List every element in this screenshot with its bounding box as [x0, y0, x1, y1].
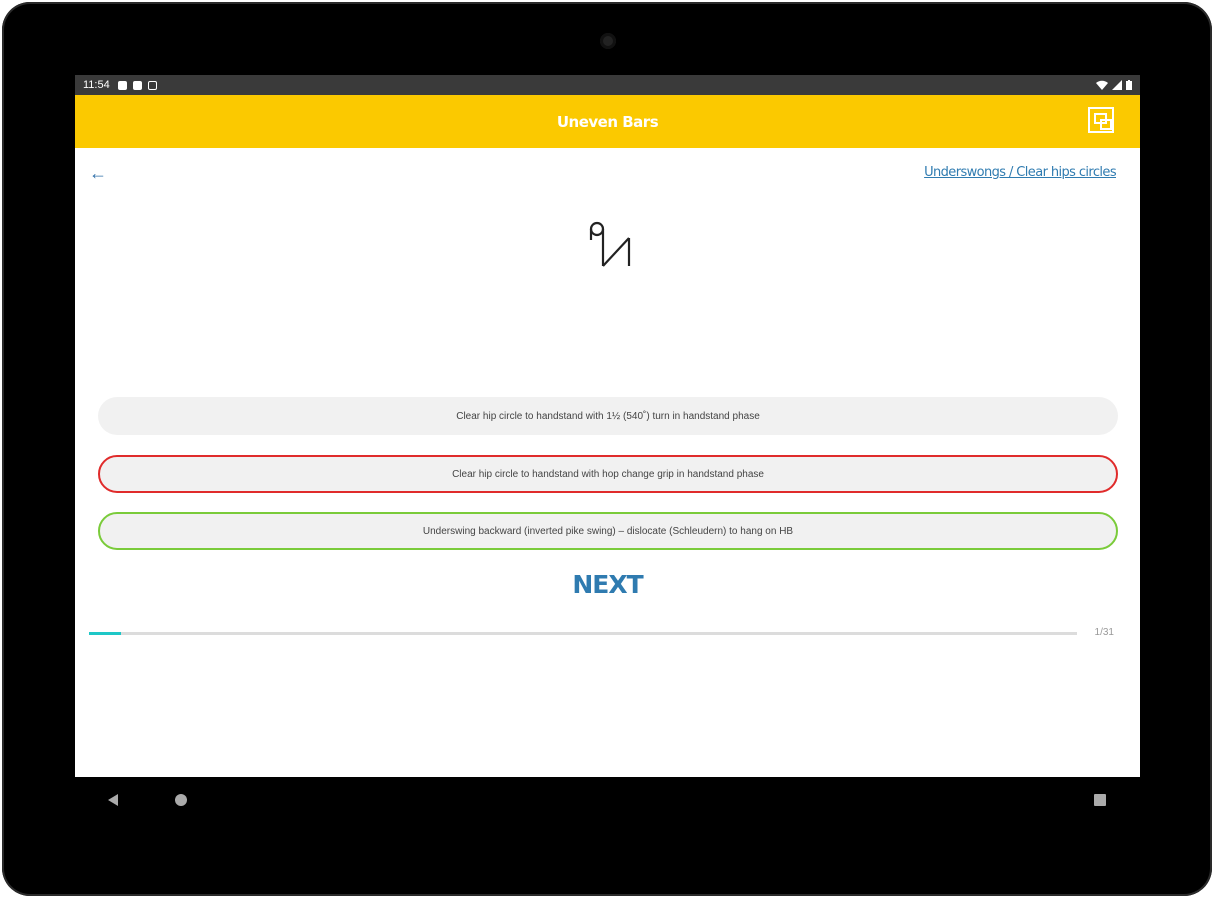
- recents-icon[interactable]: [1094, 794, 1106, 806]
- app-title: Uneven Bars: [556, 112, 659, 131]
- answer-option-2[interactable]: Clear hip circle to handstand with hop c…: [98, 455, 1118, 493]
- status-bar: 11:54: [75, 75, 1140, 95]
- battery-icon: [1126, 80, 1132, 90]
- home-icon[interactable]: [175, 794, 187, 806]
- wifi-icon: [1096, 80, 1108, 90]
- sim-icon: [147, 80, 157, 90]
- progress-count: 1/31: [1094, 627, 1114, 638]
- status-time: 11:54: [83, 79, 110, 91]
- sd-card-icon: [132, 80, 142, 90]
- app-screen: 11:54 Uneven Bars ← Underswongs / Clear …: [75, 75, 1140, 777]
- gallery-icon[interactable]: [1088, 107, 1114, 133]
- notification-icon: [117, 80, 127, 90]
- answer-option-3[interactable]: Underswing backward (inverted pike swing…: [98, 512, 1118, 550]
- back-icon[interactable]: [108, 794, 118, 806]
- app-bar: Uneven Bars: [75, 95, 1140, 148]
- answer-option-2-label: Clear hip circle to handstand with hop c…: [452, 468, 764, 480]
- next-button[interactable]: NEXT: [75, 570, 1140, 599]
- progress-bar: [89, 632, 1077, 635]
- answer-option-1[interactable]: Clear hip circle to handstand with 1½ (5…: [98, 397, 1118, 435]
- progress-fill: [89, 632, 121, 635]
- status-right: [1096, 80, 1132, 90]
- signal-icon: [1112, 80, 1122, 90]
- breadcrumb-link[interactable]: Underswongs / Clear hips circles: [924, 165, 1117, 180]
- answer-option-1-label: Clear hip circle to handstand with 1½ (5…: [456, 410, 760, 422]
- camera-icon: [600, 33, 616, 49]
- skill-notation-symbol: [589, 221, 631, 267]
- system-nav-bar: [75, 777, 1140, 827]
- answer-option-3-label: Underswing backward (inverted pike swing…: [422, 525, 794, 537]
- back-arrow-icon[interactable]: ←: [89, 163, 107, 184]
